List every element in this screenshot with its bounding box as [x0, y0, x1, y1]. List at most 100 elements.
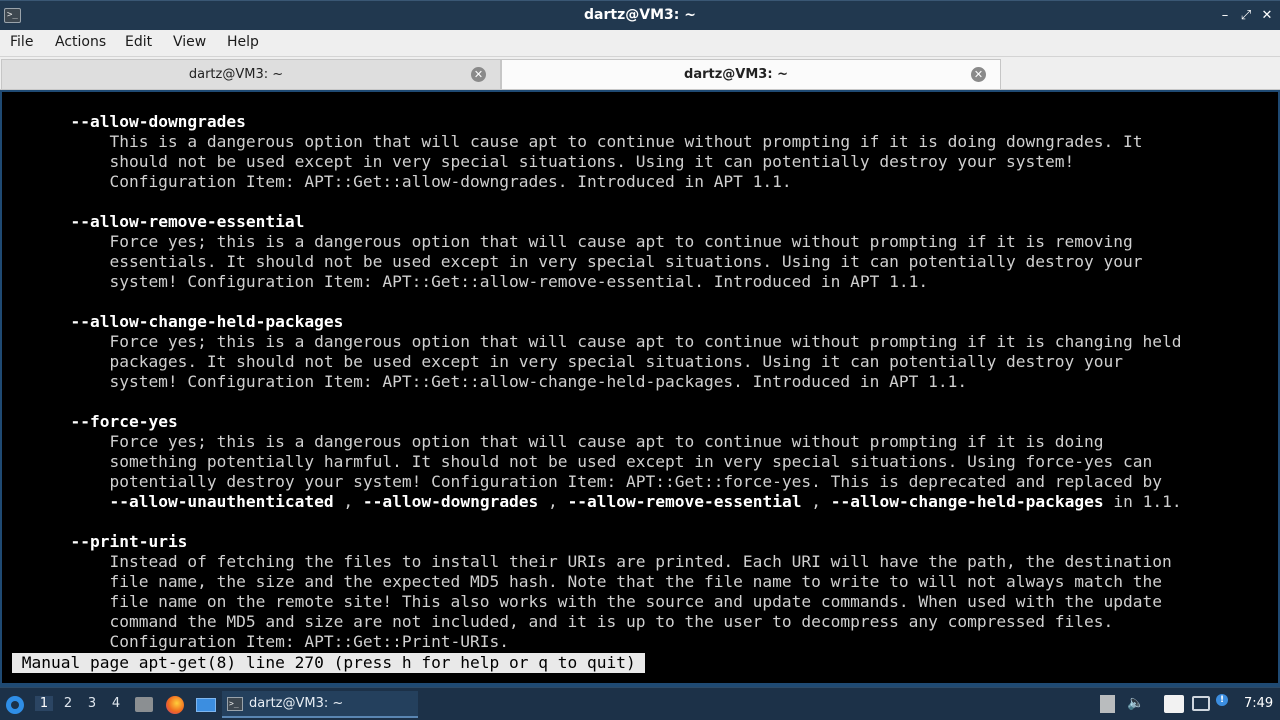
volume-icon[interactable]: 🔈: [1127, 695, 1145, 713]
option-name: --allow-remove-essential: [567, 492, 802, 511]
taskbar-window-label: dartz@VM3: ~: [249, 696, 344, 711]
terminal-text: essentials. It should not be used except…: [12, 252, 1143, 271]
terminal-line: --allow-change-held-packages: [12, 312, 1268, 332]
menu-view[interactable]: View: [173, 34, 206, 50]
window-title: dartz@VM3: ~: [584, 7, 696, 23]
firefox-icon[interactable]: [166, 696, 184, 714]
option-name: --allow-downgrades: [362, 492, 539, 511]
battery-icon[interactable]: [1164, 695, 1184, 713]
option-name: --allow-downgrades: [70, 112, 246, 131]
show-desktop-icon[interactable]: [196, 698, 216, 712]
terminal-line: --force-yes: [12, 412, 1268, 432]
terminal-text: Configuration Item: APT::Get::Print-URIs…: [12, 632, 510, 651]
terminal-text: something potentially harmful. It should…: [12, 452, 1153, 471]
terminal-text: system! Configuration Item: APT::Get::al…: [12, 372, 968, 391]
terminal-line: command the MD5 and size are not include…: [12, 612, 1268, 632]
terminal-line: --print-uris: [12, 532, 1268, 552]
tab-close-icon[interactable]: ✕: [971, 67, 986, 82]
taskbar: 1 2 3 4 >_ dartz@VM3: ~ 🔈 ! 7:49: [0, 687, 1280, 720]
terminal-text: system! Configuration Item: APT::Get::al…: [12, 272, 929, 291]
tab-terminal-2[interactable]: dartz@VM3: ~ ✕: [501, 59, 1001, 89]
file-manager-icon[interactable]: [135, 697, 153, 712]
terminal-line: file name, the size and the expected MD5…: [12, 572, 1268, 592]
terminal-text: packages. It should not be used except i…: [12, 352, 1124, 371]
terminal-line: --allow-downgrades: [12, 112, 1268, 132]
terminal-text: Force yes; this is a dangerous option th…: [12, 432, 1104, 451]
start-menu-icon[interactable]: [6, 696, 24, 714]
close-icon[interactable]: ✕: [1258, 7, 1276, 25]
terminal-text: Force yes; this is a dangerous option th…: [12, 332, 1182, 351]
tab-label: dartz@VM3: ~: [684, 67, 788, 82]
workspace-4[interactable]: 4: [107, 696, 125, 711]
menu-bar: File Actions Edit View Help: [0, 30, 1280, 57]
pager-status-line: Manual page apt-get(8) line 270 (press h…: [12, 653, 646, 673]
terminal-icon: >_: [227, 697, 243, 711]
terminal-text: ,: [538, 492, 568, 511]
workspace-3[interactable]: 3: [83, 696, 101, 711]
menu-file[interactable]: File: [10, 34, 33, 50]
terminal-line: packages. It should not be used except i…: [12, 352, 1268, 372]
terminal-line: --allow-remove-essential: [12, 212, 1268, 232]
notification-icon[interactable]: !: [1216, 694, 1228, 706]
terminal-text: This is a dangerous option that will cau…: [12, 132, 1143, 151]
terminal-text: file name, the size and the expected MD5…: [12, 572, 1162, 591]
terminal-line: Configuration Item: APT::Get::allow-down…: [12, 172, 1268, 192]
terminal-text: in 1.1.: [1103, 492, 1182, 511]
terminal-line: system! Configuration Item: APT::Get::al…: [12, 272, 1268, 292]
terminal-text: file name on the remote site! This also …: [12, 592, 1162, 611]
workspace-1[interactable]: 1: [35, 696, 53, 711]
clipboard-icon[interactable]: [1100, 695, 1115, 713]
menu-actions[interactable]: Actions: [55, 34, 106, 50]
option-name: --allow-remove-essential: [70, 212, 305, 231]
tab-bar: dartz@VM3: ~ ✕ dartz@VM3: ~ ✕: [0, 57, 1280, 90]
terminal-text: Configuration Item: APT::Get::allow-down…: [12, 172, 792, 191]
taskbar-window-terminal[interactable]: >_ dartz@VM3: ~: [222, 691, 418, 718]
option-name: --allow-change-held-packages: [70, 312, 344, 331]
terminal-line: file name on the remote site! This also …: [12, 592, 1268, 612]
terminal-text: Force yes; this is a dangerous option th…: [12, 232, 1133, 251]
option-name: --allow-unauthenticated: [109, 492, 334, 511]
terminal-line: essentials. It should not be used except…: [12, 252, 1268, 272]
terminal-text: should not be used except in very specia…: [12, 152, 1075, 171]
workspace-2[interactable]: 2: [59, 696, 77, 711]
tab-label: dartz@VM3: ~: [188, 67, 284, 82]
tab-close-icon[interactable]: ✕: [471, 67, 486, 82]
minimize-icon[interactable]: –: [1216, 7, 1234, 25]
option-name: --allow-change-held-packages: [830, 492, 1104, 511]
terminal-line: system! Configuration Item: APT::Get::al…: [12, 372, 1268, 392]
clock[interactable]: 7:49: [1244, 696, 1273, 711]
menu-help[interactable]: Help: [227, 34, 259, 50]
monitor-icon[interactable]: [1192, 696, 1210, 711]
terminal-line: This is a dangerous option that will cau…: [12, 132, 1268, 152]
terminal-line: should not be used except in very specia…: [12, 152, 1268, 172]
terminal-line: Force yes; this is a dangerous option th…: [12, 332, 1268, 352]
terminal-text: potentially destroy your system! Configu…: [12, 472, 1162, 491]
terminal-line: Configuration Item: APT::Get::Print-URIs…: [12, 632, 1268, 652]
maximize-icon[interactable]: ⤢: [1237, 7, 1255, 25]
terminal-text: ,: [801, 492, 831, 511]
terminal-text: ,: [333, 492, 363, 511]
tab-terminal-1[interactable]: dartz@VM3: ~ ✕: [1, 59, 501, 89]
terminal-text: command the MD5 and size are not include…: [12, 612, 1114, 631]
terminal-line: Instead of fetching the files to install…: [12, 552, 1268, 572]
terminal-line: Force yes; this is a dangerous option th…: [12, 432, 1268, 452]
terminal-area[interactable]: --allow-downgrades This is a dangerous o…: [0, 90, 1280, 687]
menu-edit[interactable]: Edit: [125, 34, 152, 50]
terminal-line: potentially destroy your system! Configu…: [12, 472, 1268, 492]
window-titlebar[interactable]: >_ dartz@VM3: ~ – ⤢ ✕: [0, 0, 1280, 30]
option-name: --force-yes: [70, 412, 178, 431]
terminal-line: --allow-unauthenticated , --allow-downgr…: [12, 492, 1268, 512]
option-name: --print-uris: [70, 532, 188, 551]
terminal-line: Force yes; this is a dangerous option th…: [12, 232, 1268, 252]
